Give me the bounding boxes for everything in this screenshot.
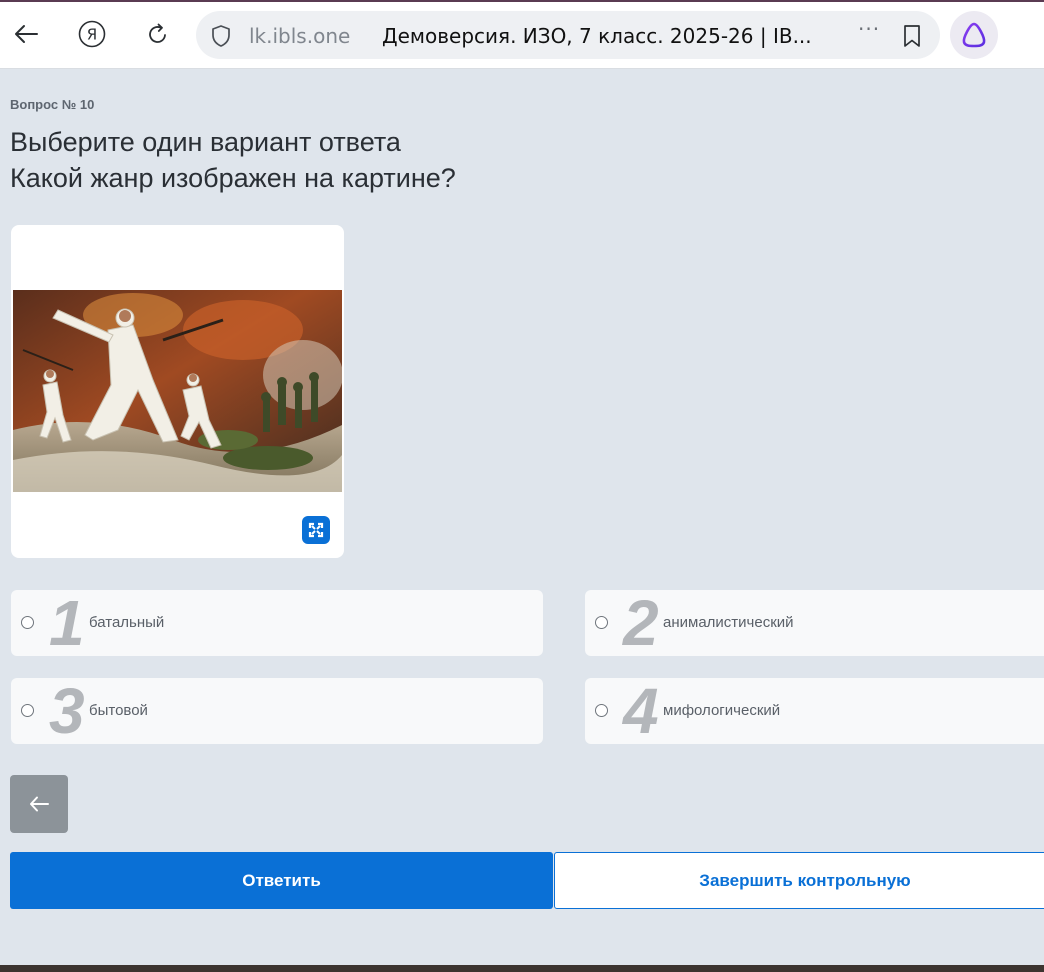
tab-page-title: Демоверсия. ИЗО, 7 класс. 2025-26 | IB..… [382,24,812,48]
radio-button[interactable] [21,616,34,629]
image-card [11,225,344,558]
option-number: 3 [49,675,85,747]
expand-icon [308,522,324,538]
answer-button[interactable]: Ответить [10,852,553,909]
radio-button[interactable] [595,616,608,629]
radio-button[interactable] [21,704,34,717]
question-number: Вопрос № 10 [10,97,95,112]
address-bar[interactable]: lk.ibls.one Демоверсия. ИЗО, 7 класс. 20… [196,11,940,59]
question-instruction: Выберите один вариант ответа [10,127,401,157]
answer-option-2[interactable]: 2 анималистический [585,587,1044,659]
window-bottom-border [0,965,1044,972]
option-label: бытовой [89,702,148,719]
question-painting [13,290,342,492]
alice-button[interactable] [950,11,998,59]
answer-option-4[interactable]: 4 мифологический [585,675,1044,747]
option-label: анималистический [663,614,794,631]
finish-test-button[interactable]: Завершить контрольную [554,852,1044,909]
browser-toolbar: Я lk.ibls.one Демоверсия. ИЗО, 7 класс. … [0,2,1044,69]
question-text: Какой жанр изображен на картине? [10,163,456,193]
yandex-logo-icon: Я [78,20,106,48]
shield-icon [212,25,230,47]
answer-option-3[interactable]: 3 бытовой [11,675,543,747]
option-number: 4 [623,675,659,747]
url-domain: lk.ibls.one [249,24,351,48]
arrow-left-icon [30,796,49,812]
radio-button[interactable] [595,704,608,717]
yandex-home-button[interactable]: Я [74,16,110,52]
reload-icon [149,23,166,43]
reload-button[interactable] [140,16,176,52]
back-button[interactable] [8,16,44,52]
option-label: мифологический [663,702,781,719]
previous-question-button[interactable] [10,775,68,833]
svg-text:Я: Я [87,26,97,44]
alice-assistant-icon [962,22,986,48]
option-number: 1 [49,587,85,659]
expand-image-button[interactable] [302,516,330,544]
bookmark-icon[interactable] [902,24,922,48]
answer-option-1[interactable]: 1 батальный [11,587,543,659]
option-label: батальный [89,614,165,631]
more-menu-button[interactable]: ··· [858,17,880,41]
option-number: 2 [623,587,659,659]
arrow-left-icon [15,25,38,43]
